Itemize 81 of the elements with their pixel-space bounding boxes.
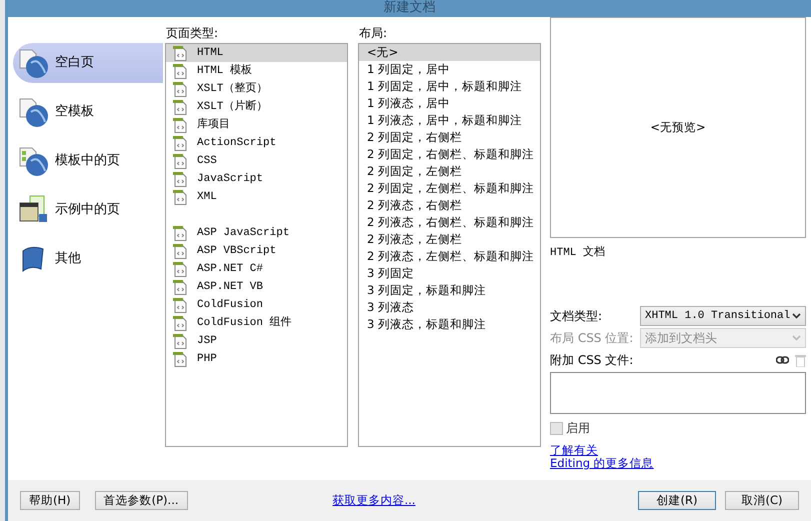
css-file-list[interactable] bbox=[550, 372, 806, 414]
category-item[interactable]: 空白页 bbox=[13, 43, 163, 83]
category-item[interactable]: 模板中的页 bbox=[13, 141, 163, 181]
create-button[interactable]: 创建(R) bbox=[638, 491, 716, 510]
globe-document-icon bbox=[17, 47, 49, 79]
file-icon bbox=[173, 153, 187, 169]
list-label: 页面类型: bbox=[165, 25, 220, 42]
list-item[interactable]: 1 列液态，居中 bbox=[359, 95, 540, 112]
learn-more-link[interactable]: 了解有关 bbox=[550, 444, 598, 457]
list-item[interactable]: JavaScript bbox=[166, 170, 347, 188]
file-icon bbox=[173, 135, 187, 151]
list-item[interactable]: HTML 模板 bbox=[166, 62, 347, 80]
preview-text: <无预览> bbox=[650, 118, 706, 136]
list-item[interactable]: ActionScript bbox=[166, 134, 347, 152]
learn-more-link[interactable]: Editing 的更多信息 bbox=[550, 457, 654, 470]
chevron-down-icon bbox=[792, 313, 801, 319]
list-item[interactable]: XSLT（整页） bbox=[166, 80, 347, 98]
dropdown: 添加到文档头 bbox=[640, 328, 806, 348]
category-item[interactable]: 空模板 bbox=[13, 92, 163, 132]
list-item[interactable]: 2 列液态，左侧栏、标题和脚注 bbox=[359, 248, 540, 265]
file-icon bbox=[173, 189, 187, 205]
list-item[interactable]: ASP.NET C# bbox=[166, 260, 347, 278]
checkbox[interactable] bbox=[550, 422, 563, 434]
dropdown[interactable]: XHTML 1.0 Transitional bbox=[640, 306, 806, 326]
list-item[interactable]: 3 列固定，标题和脚注 bbox=[359, 282, 540, 299]
list-item[interactable]: 3 列液态，标题和脚注 bbox=[359, 316, 540, 333]
globe-document-icon bbox=[17, 145, 49, 177]
list-item[interactable]: 1 列固定，居中 bbox=[359, 61, 540, 78]
list-item[interactable]: JSP bbox=[166, 332, 347, 350]
file-icon bbox=[173, 297, 187, 313]
more-content-link[interactable]: 获取更多内容... bbox=[332, 494, 416, 507]
list-item[interactable]: 库项目 bbox=[166, 116, 347, 134]
globe-document-icon bbox=[17, 96, 49, 128]
file-icon bbox=[173, 333, 187, 349]
list-item[interactable]: ColdFusion bbox=[166, 296, 347, 314]
list-item[interactable]: HTML bbox=[166, 44, 347, 62]
list-item[interactable]: XSLT（片断） bbox=[166, 98, 347, 116]
list-item[interactable]: 2 列固定，右侧栏、标题和脚注 bbox=[359, 146, 540, 163]
list-item[interactable]: 2 列液态，右侧栏、标题和脚注 bbox=[359, 214, 540, 231]
description-text: HTML 文档 bbox=[550, 247, 606, 259]
list-item[interactable]: 2 列固定，左侧栏、标题和脚注 bbox=[359, 180, 540, 197]
help-button[interactable]: 帮助(H) bbox=[20, 491, 80, 510]
attach-css-label: 附加 CSS 文件: bbox=[550, 352, 634, 369]
link-icon[interactable] bbox=[776, 356, 789, 364]
field-label: 文档类型: bbox=[550, 308, 604, 325]
file-icon bbox=[173, 351, 187, 367]
checkbox-label: 启用 bbox=[566, 420, 590, 437]
file-icon bbox=[173, 117, 187, 133]
category-item[interactable]: 示例中的页 bbox=[13, 190, 163, 230]
list-item[interactable]: ColdFusion 组件 bbox=[166, 314, 347, 332]
list-item[interactable]: CSS bbox=[166, 152, 347, 170]
list-item[interactable]: ASP JavaScript bbox=[166, 224, 347, 242]
chevron-down-icon bbox=[792, 335, 801, 341]
file-icon bbox=[173, 63, 187, 79]
file-icon bbox=[173, 315, 187, 331]
file-icon bbox=[173, 243, 187, 259]
list-item[interactable]: 2 列液态，右侧栏 bbox=[359, 197, 540, 214]
list-item[interactable]: 1 列固定，居中，标题和脚注 bbox=[359, 78, 540, 95]
file-icon bbox=[173, 171, 187, 187]
file-icon bbox=[173, 225, 187, 241]
file-icon bbox=[173, 81, 187, 97]
file-icon bbox=[173, 261, 187, 277]
list-item[interactable]: ASP.NET VB bbox=[166, 278, 347, 296]
list-label: 布局: bbox=[358, 25, 388, 42]
preferences-button[interactable]: 首选参数(P)... bbox=[94, 491, 188, 510]
field-label: 布局 CSS 位置: bbox=[550, 330, 634, 347]
file-icon bbox=[173, 99, 187, 115]
file-icon bbox=[173, 279, 187, 295]
list-item[interactable]: 3 列固定 bbox=[359, 265, 540, 282]
list-item[interactable]: 2 列固定，左侧栏 bbox=[359, 163, 540, 180]
list-item[interactable]: PHP bbox=[166, 350, 347, 368]
list-item[interactable]: 2 列液态，左侧栏 bbox=[359, 231, 540, 248]
window-title: 新建文档 bbox=[8, 0, 811, 17]
list-item[interactable]: ASP VBScript bbox=[166, 242, 347, 260]
list-item[interactable]: XML bbox=[166, 188, 347, 206]
category-item[interactable]: 其他 bbox=[13, 239, 163, 279]
cancel-button[interactable]: 取消(C) bbox=[725, 491, 799, 510]
list-item[interactable]: <无> bbox=[359, 44, 540, 61]
list-item[interactable]: 2 列固定，右侧栏 bbox=[359, 129, 540, 146]
list-item[interactable]: 3 列液态 bbox=[359, 299, 540, 316]
list-item[interactable]: 1 列液态，居中，标题和脚注 bbox=[359, 112, 540, 129]
